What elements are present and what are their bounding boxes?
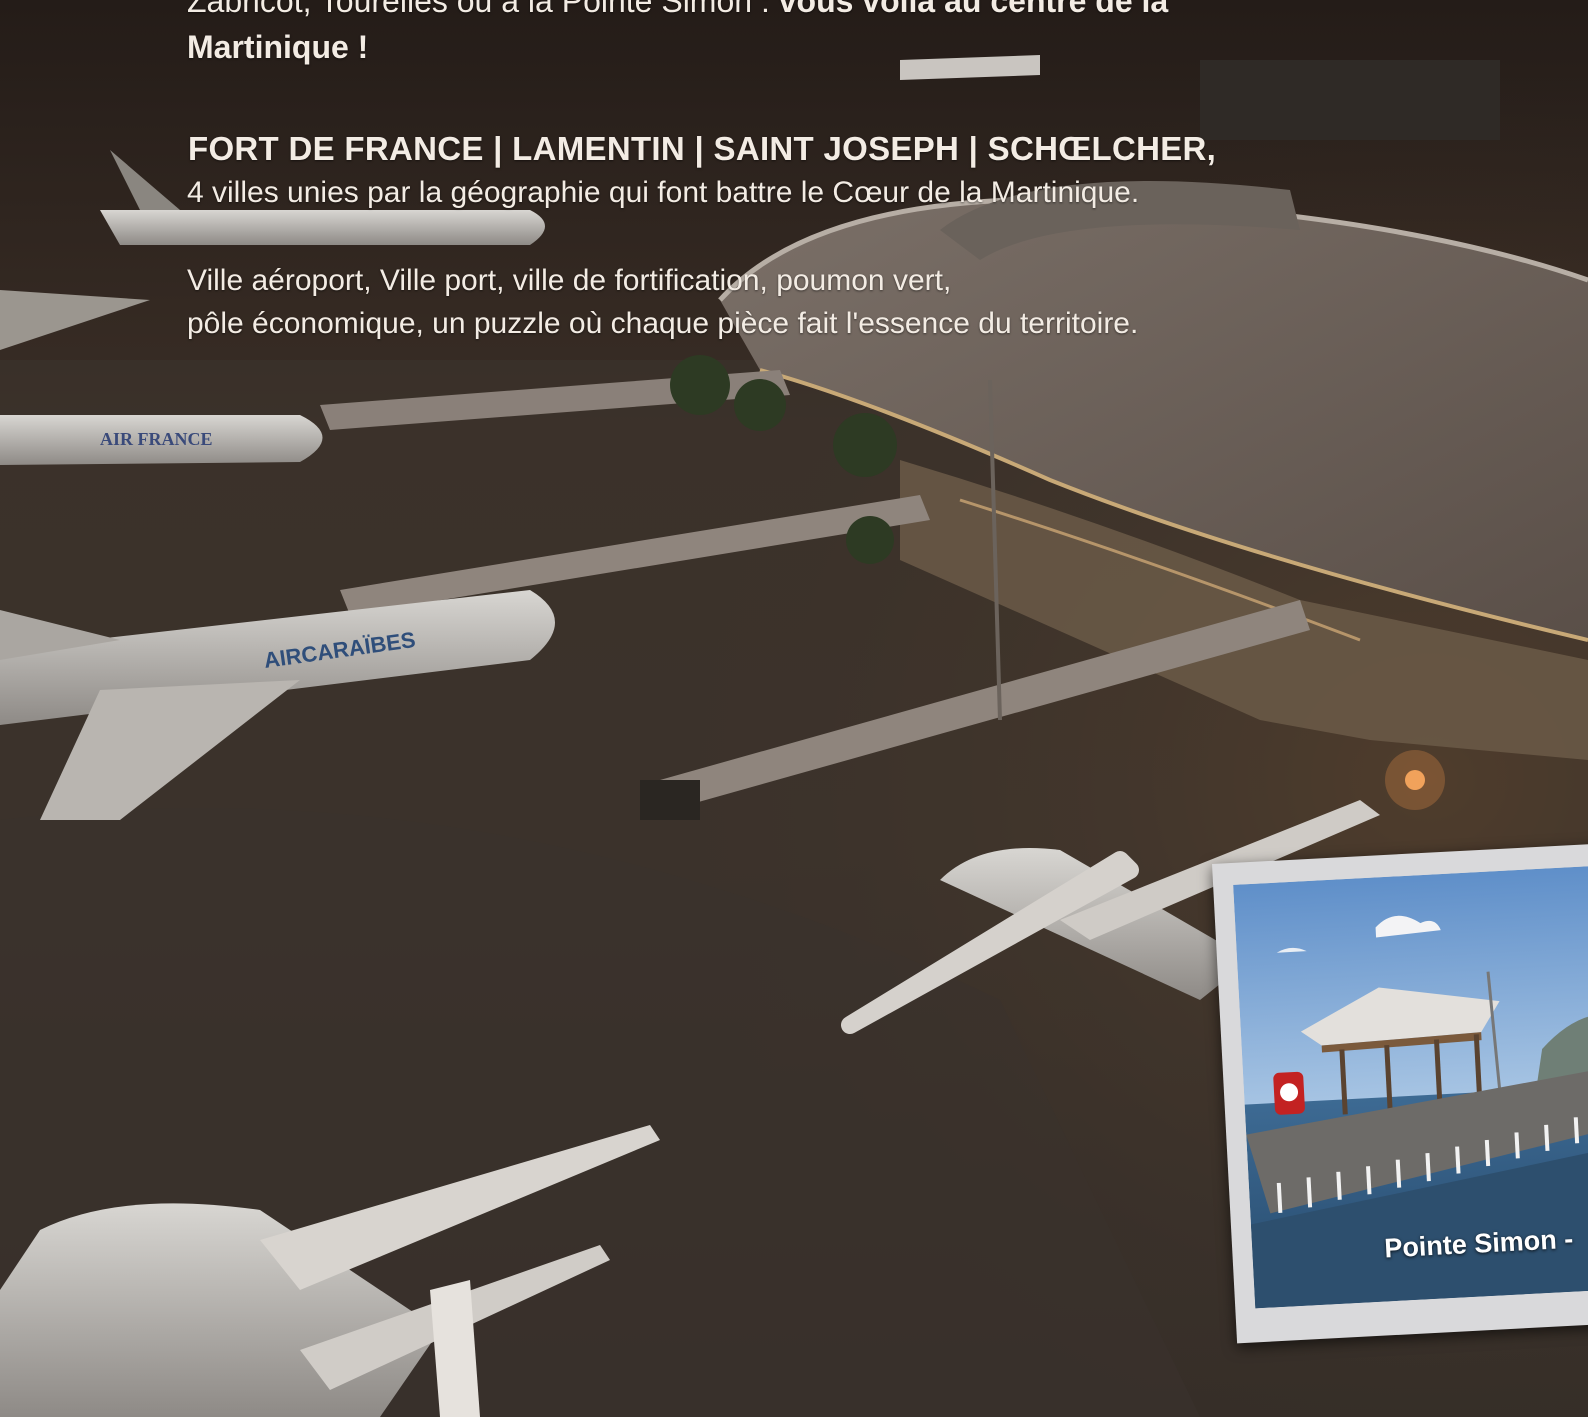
pointe-simon-postcard: Pointe Simon - <box>1212 842 1588 1344</box>
paragraph-line-2: pôle économique, un puzzle où chaque piè… <box>187 307 1139 340</box>
cities-subheading: 4 villes unies par la géographie qui fon… <box>187 176 1140 209</box>
intro-line-light: Zabricot, Tourelles ou à la Pointe Simon… <box>187 0 779 19</box>
description-paragraph: Ville aéroport, Ville port, ville de for… <box>187 259 1138 345</box>
svg-text:AIR FRANCE: AIR FRANCE <box>100 429 213 449</box>
cities-heading: FORT DE FRANCE | LAMENTIN | SAINT JOSEPH… <box>188 130 1217 167</box>
intro-text: Zabricot, Tourelles ou à la Pointe Simon… <box>187 0 1168 70</box>
paragraph-line-1: Ville aéroport, Ville port, ville de for… <box>187 264 952 297</box>
intro-line-bold-2: Martinique ! <box>187 29 369 65</box>
plane-corsair <box>100 210 545 245</box>
intro-line-bold: vous voilà au centre de la <box>778 0 1169 19</box>
